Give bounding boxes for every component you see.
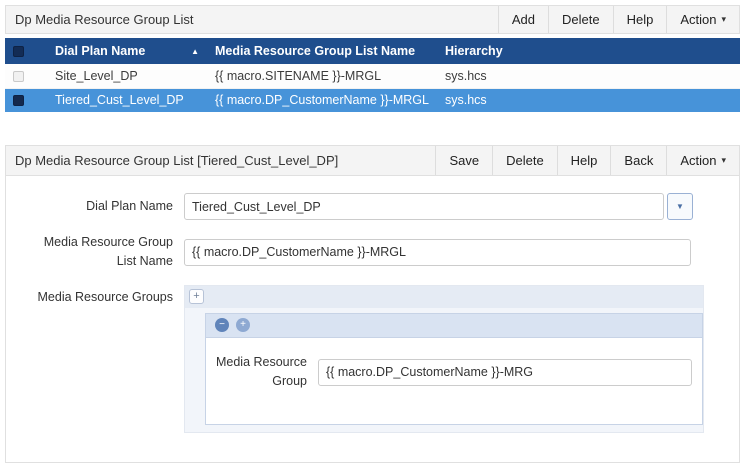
cell-dial-plan-name: Tiered_Cust_Level_DP: [47, 88, 207, 112]
list-panel-title: Dp Media Resource Group List: [6, 12, 193, 27]
action-button[interactable]: Action ▾: [666, 146, 739, 175]
mrg-group-widget: + − + Media Resource Group: [184, 285, 704, 433]
mrgl-detail-panel: Dp Media Resource Group List [Tiered_Cus…: [5, 145, 740, 463]
cell-mrgl-name: {{ macro.SITENAME }}-MRGL: [207, 64, 437, 88]
action-button-label: Action: [680, 12, 716, 27]
caret-down-icon: ▾: [721, 14, 726, 25]
mrgl-name-input[interactable]: [184, 239, 691, 266]
detail-toolbar: Save Delete Help Back Action ▾: [435, 146, 739, 175]
dropdown-arrow-icon[interactable]: ▼: [667, 193, 693, 220]
row-checkbox[interactable]: [13, 95, 24, 106]
dial-plan-name-input[interactable]: [184, 193, 664, 220]
sort-ascending-icon: ▲: [191, 47, 199, 56]
table-row[interactable]: Site_Level_DP {{ macro.SITENAME }}-MRGL …: [5, 64, 740, 88]
mrgl-list-panel: Dp Media Resource Group List Add Delete …: [5, 5, 740, 112]
mrg-item-content: Media Resource Group: [206, 338, 702, 424]
form-row-mrg-section: Media Resource Groups + − +: [6, 285, 739, 433]
column-header-dial-plan-name[interactable]: Dial Plan Name ▲: [47, 38, 207, 64]
list-toolbar: Add Delete Help Action ▾: [498, 6, 739, 33]
back-button[interactable]: Back: [610, 146, 666, 175]
help-button[interactable]: Help: [557, 146, 611, 175]
list-panel-header: Dp Media Resource Group List Add Delete …: [5, 5, 740, 34]
row-checkbox[interactable]: [13, 71, 24, 82]
action-button-label: Action: [680, 153, 716, 168]
action-button[interactable]: Action ▾: [666, 6, 739, 33]
table-header-row: Dial Plan Name ▲ Media Resource Group Li…: [5, 38, 740, 64]
detail-panel-header: Dp Media Resource Group List [Tiered_Cus…: [5, 145, 740, 176]
add-group-icon[interactable]: +: [189, 289, 204, 304]
cell-hierarchy: sys.hcs: [437, 88, 740, 112]
select-all-checkbox[interactable]: [13, 46, 24, 57]
column-header-hierarchy[interactable]: Hierarchy: [437, 38, 740, 64]
caret-down-icon: ▾: [721, 155, 726, 166]
dial-plan-name-label: Dial Plan Name: [12, 197, 184, 216]
detail-panel-title: Dp Media Resource Group List [Tiered_Cus…: [6, 153, 338, 168]
mrg-label: Media Resource Group: [212, 353, 318, 392]
mrgl-table: Dial Plan Name ▲ Media Resource Group Li…: [5, 38, 740, 112]
table-row-selected[interactable]: Tiered_Cust_Level_DP {{ macro.DP_Custome…: [5, 88, 740, 112]
detail-form: Dial Plan Name ▼ Media Resource Group Li…: [5, 176, 740, 463]
mrg-item-panel: − + Media Resource Group: [205, 313, 703, 425]
mrgl-name-label: Media Resource Group List Name: [12, 233, 184, 272]
column-header-mrgl-name[interactable]: Media Resource Group List Name: [207, 38, 437, 64]
cell-hierarchy: sys.hcs: [437, 64, 740, 88]
add-button[interactable]: Add: [498, 6, 548, 33]
form-row-dial-plan: Dial Plan Name ▼: [6, 193, 739, 220]
dial-plan-name-combobox: ▼: [184, 193, 693, 220]
page: Dp Media Resource Group List Add Delete …: [0, 0, 745, 463]
mrg-item-header: − +: [206, 314, 702, 338]
mrg-input[interactable]: [318, 359, 692, 386]
cell-mrgl-name: {{ macro.DP_CustomerName }}-MRGL: [207, 88, 437, 112]
remove-item-icon[interactable]: −: [215, 318, 229, 332]
form-row-mrg: Media Resource Group: [206, 353, 692, 392]
delete-button[interactable]: Delete: [492, 146, 557, 175]
delete-button[interactable]: Delete: [548, 6, 613, 33]
mrg-add-bar: +: [185, 286, 703, 308]
save-button[interactable]: Save: [435, 146, 492, 175]
cell-dial-plan-name: Site_Level_DP: [47, 64, 207, 88]
mrg-section-label: Media Resource Groups: [12, 285, 184, 307]
help-button[interactable]: Help: [613, 6, 667, 33]
form-row-mrgl-name: Media Resource Group List Name: [6, 233, 739, 272]
add-item-icon[interactable]: +: [236, 318, 250, 332]
